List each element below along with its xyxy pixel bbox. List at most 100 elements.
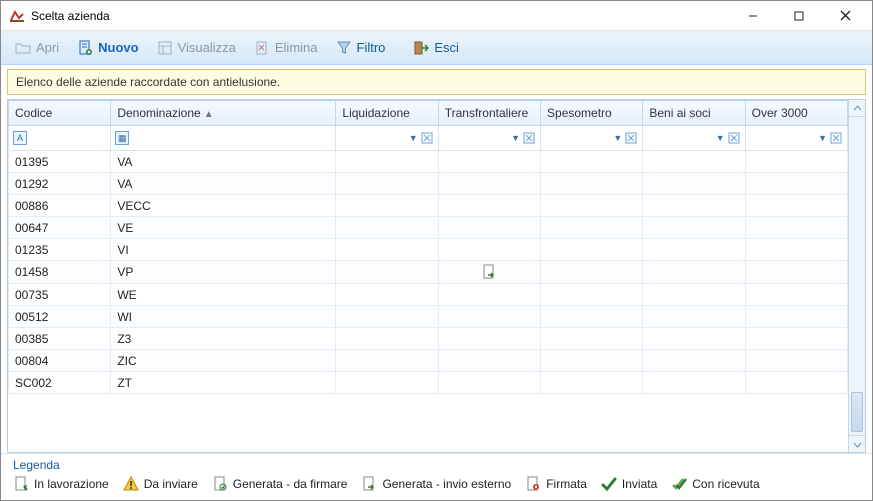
table-row[interactable]: 01235VI	[9, 239, 848, 261]
table-cell	[541, 306, 643, 328]
table-cell	[643, 151, 745, 173]
minimize-button[interactable]	[730, 1, 776, 31]
table-cell	[745, 350, 847, 372]
vertical-scrollbar[interactable]	[848, 100, 865, 452]
chevron-down-icon[interactable]: ▼	[818, 133, 827, 143]
table-cell: ZIC	[111, 350, 336, 372]
chevron-down-icon[interactable]: ▼	[511, 133, 520, 143]
table-cell	[745, 372, 847, 394]
table-cell: ZT	[111, 372, 336, 394]
table-row[interactable]: 00735WE	[9, 284, 848, 306]
folder-open-icon	[15, 40, 31, 56]
filter-spesometro[interactable]	[545, 129, 611, 147]
scroll-down-icon[interactable]	[849, 435, 865, 452]
col-header-codice[interactable]: Codice	[9, 101, 111, 126]
table-cell: 01395	[9, 151, 111, 173]
filter-liquidazione[interactable]	[340, 129, 406, 147]
table-row[interactable]: 01458VP	[9, 261, 848, 284]
table-cell	[745, 328, 847, 350]
table-cell: 01458	[9, 261, 111, 284]
filter-transfrontaliere[interactable]	[443, 129, 509, 147]
filter-clear-icon[interactable]	[727, 131, 741, 145]
scroll-thumb[interactable]	[851, 392, 863, 432]
table-cell	[336, 151, 438, 173]
table-cell	[336, 328, 438, 350]
filter-clear-icon[interactable]	[624, 131, 638, 145]
table-cell	[336, 239, 438, 261]
check-icon	[601, 476, 617, 492]
table-cell: 00735	[9, 284, 111, 306]
table-cell	[336, 173, 438, 195]
view-icon	[157, 40, 173, 56]
chevron-down-icon[interactable]: ▼	[613, 133, 622, 143]
open-button[interactable]: Apri	[7, 36, 67, 60]
filter-clear-icon[interactable]	[420, 131, 434, 145]
toolbar: Apri Nuovo Visualizza Elimina Filtro Esc…	[1, 31, 872, 65]
document-send-icon	[361, 476, 377, 492]
table-cell	[438, 217, 540, 239]
table-cell	[541, 350, 643, 372]
filter-denominazione[interactable]	[131, 129, 331, 147]
table-cell: 00886	[9, 195, 111, 217]
table-cell	[745, 151, 847, 173]
company-grid: Codice Denominazione▲ Liquidazione Trans…	[7, 99, 866, 453]
close-button[interactable]	[822, 1, 868, 31]
col-header-liquidazione[interactable]: Liquidazione	[336, 101, 438, 126]
table-cell: WI	[111, 306, 336, 328]
view-button[interactable]: Visualizza	[149, 36, 244, 60]
legend-title: Legenda	[13, 458, 860, 472]
filter-clear-icon[interactable]	[829, 131, 843, 145]
table-cell	[438, 284, 540, 306]
col-header-over3000[interactable]: Over 3000	[745, 101, 847, 126]
table-cell	[541, 328, 643, 350]
table-cell	[745, 284, 847, 306]
table-row[interactable]: 00647VE	[9, 217, 848, 239]
col-header-transfrontaliere[interactable]: Transfrontaliere	[438, 101, 540, 126]
double-check-icon	[671, 476, 687, 492]
table-cell	[438, 151, 540, 173]
filter-codice[interactable]	[29, 129, 106, 147]
sort-asc-icon: ▲	[204, 109, 214, 120]
table-cell: 01235	[9, 239, 111, 261]
document-signed-icon	[525, 476, 541, 492]
info-banner: Elenco delle aziende raccordate con anti…	[7, 69, 866, 95]
table-cell	[541, 151, 643, 173]
scroll-up-icon[interactable]	[849, 100, 865, 117]
table-cell	[643, 217, 745, 239]
maximize-button[interactable]	[776, 1, 822, 31]
table-cell	[643, 350, 745, 372]
exit-icon	[413, 40, 429, 56]
filter-over3000[interactable]	[750, 129, 816, 147]
col-header-beniaisoci[interactable]: Beni ai soci	[643, 101, 745, 126]
filter-clear-icon[interactable]	[522, 131, 536, 145]
table-cell	[745, 239, 847, 261]
col-header-denominazione[interactable]: Denominazione▲	[111, 101, 336, 126]
chevron-down-icon[interactable]: ▼	[409, 133, 418, 143]
legend-generata-firmare: Generata - da firmare	[212, 476, 348, 492]
chevron-down-icon[interactable]: ▼	[716, 133, 725, 143]
delete-icon	[254, 40, 270, 56]
table-row[interactable]: 00804ZIC	[9, 350, 848, 372]
table-row[interactable]: 00886VECC	[9, 195, 848, 217]
table-row[interactable]: 01292VA	[9, 173, 848, 195]
delete-button[interactable]: Elimina	[246, 36, 326, 60]
table-row[interactable]: SC002ZT	[9, 372, 848, 394]
table-cell	[745, 195, 847, 217]
table-cell	[745, 306, 847, 328]
table-cell	[745, 217, 847, 239]
exit-button[interactable]: Esci	[405, 36, 467, 60]
table-row[interactable]: 00512WI	[9, 306, 848, 328]
table-cell: VECC	[111, 195, 336, 217]
table-row[interactable]: 01395VA	[9, 151, 848, 173]
filter-button[interactable]: Filtro	[328, 36, 394, 60]
new-document-icon	[77, 40, 93, 56]
table-cell: WE	[111, 284, 336, 306]
table-cell	[438, 261, 540, 284]
table-row[interactable]: 00385Z3	[9, 328, 848, 350]
filter-mode-icon[interactable]: ▦	[115, 131, 129, 145]
document-sign-icon	[212, 476, 228, 492]
new-button[interactable]: Nuovo	[69, 36, 146, 60]
col-header-spesometro[interactable]: Spesometro	[541, 101, 643, 126]
filter-beniaisoci[interactable]	[647, 129, 713, 147]
filter-mode-icon[interactable]: A	[13, 131, 27, 145]
